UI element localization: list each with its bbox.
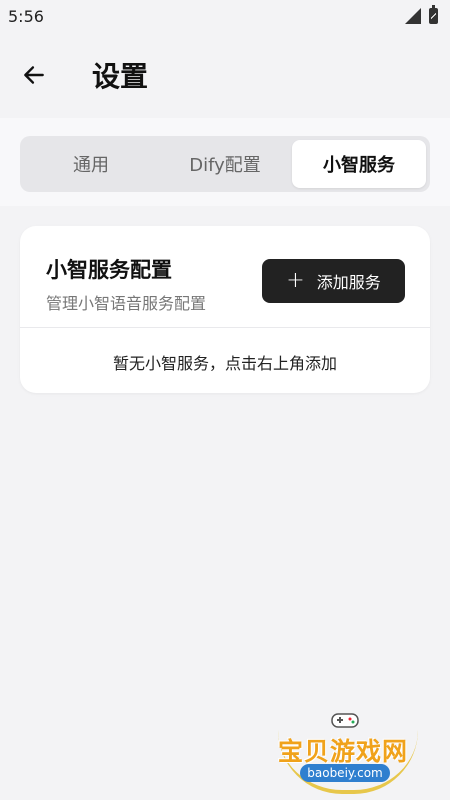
battery-charging-icon [429,5,438,24]
tab-area: 通用 Dify配置 小智服务 [0,118,450,206]
status-icons [405,5,438,24]
tab-xiaozhi-service[interactable]: 小智服务 [292,140,426,188]
xiaozhi-service-card: 小智服务配置 管理小智语音服务配置 + 添加服务 暂无小智服务，点击右上角添加 [20,226,430,393]
watermark-logo: 宝贝游戏网 baobeiy.com [272,708,422,794]
card-title: 小智服务配置 [46,258,172,282]
back-button[interactable] [12,53,56,97]
signal-icon [405,8,421,24]
arrow-left-icon [24,66,44,84]
watermark-domain: baobeiy.com [300,764,390,782]
watermark-name: 宝贝游戏网 [278,737,409,766]
app-bar: 设置 [0,32,450,118]
status-bar: 5:56 [0,0,450,32]
add-service-label: 添加服务 [316,273,381,292]
status-time: 5:56 [8,6,44,26]
empty-state-text: 暂无小智服务，点击右上角添加 [112,354,337,373]
plus-icon: + [286,268,305,293]
tab-dify-config[interactable]: Dify配置 [158,140,292,188]
tab-general[interactable]: 通用 [24,140,158,188]
settings-tabs: 通用 Dify配置 小智服务 [20,136,430,192]
gamepad-icon [331,713,359,728]
add-service-button[interactable]: + 添加服务 [262,259,405,303]
card-subtitle: 管理小智语音服务配置 [46,294,207,313]
page-title: 设置 [92,60,149,93]
card-divider [20,327,430,328]
